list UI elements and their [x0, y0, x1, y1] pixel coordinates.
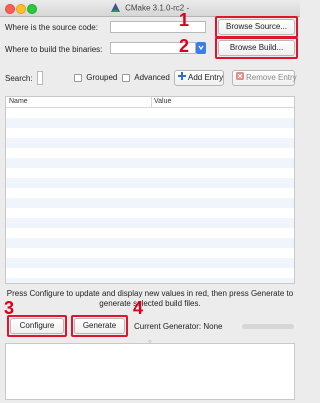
table-row — [6, 198, 294, 208]
table-row — [6, 268, 294, 278]
annotation-box-1 — [215, 16, 298, 38]
source-label: Where is the source code: — [5, 23, 98, 32]
table-row — [6, 188, 294, 198]
source-path-input[interactable] — [110, 21, 206, 33]
table-row — [6, 238, 294, 248]
annotation-number-4: 4 — [133, 298, 144, 318]
grouped-checkbox-box[interactable] — [74, 73, 82, 82]
build-label: Where to build the binaries: — [5, 45, 103, 54]
table-row — [6, 248, 294, 258]
advanced-label: Advanced — [134, 73, 170, 82]
title-bar: CMake 3.1.0-rc2 - — [0, 0, 300, 17]
chevron-down-icon — [198, 44, 204, 54]
search-label: Search: — [5, 74, 33, 83]
add-entry-label: Add Entry — [188, 73, 224, 83]
advanced-checkbox[interactable]: Advanced — [122, 73, 170, 82]
table-header: Name Value — [6, 97, 294, 108]
annotation-number-1: 1 — [179, 10, 190, 30]
table-row — [6, 178, 294, 188]
remove-entry-label: Remove Entry — [246, 73, 297, 83]
plus-icon — [178, 71, 186, 85]
annotation-box-3 — [7, 315, 67, 337]
annotation-number-3: 3 — [4, 298, 15, 318]
table-row — [6, 148, 294, 158]
add-entry-button[interactable]: Add Entry — [174, 70, 224, 86]
cache-table[interactable]: Name Value — [5, 96, 295, 284]
table-row — [6, 208, 294, 218]
column-header-value[interactable]: Value — [154, 98, 171, 105]
table-row — [6, 278, 294, 283]
current-generator-label: Current Generator: None — [134, 322, 223, 331]
cmake-logo-icon — [110, 3, 120, 14]
table-row — [6, 258, 294, 268]
output-log[interactable] — [5, 343, 295, 400]
table-row — [6, 218, 294, 228]
table-row — [6, 158, 294, 168]
annotation-number-2: 2 — [179, 36, 190, 56]
table-row — [6, 128, 294, 138]
annotation-box-4 — [71, 315, 128, 337]
remove-entry-button[interactable]: Remove Entry — [232, 70, 297, 86]
search-input[interactable] — [37, 71, 43, 85]
progress-bar — [242, 324, 294, 329]
advanced-checkbox-box[interactable] — [122, 73, 130, 82]
x-icon — [236, 71, 244, 85]
table-row — [6, 118, 294, 128]
table-row — [6, 138, 294, 148]
table-row — [6, 228, 294, 238]
table-row — [6, 108, 294, 118]
column-header-name[interactable]: Name — [9, 98, 28, 105]
column-divider[interactable] — [151, 97, 152, 107]
table-row — [6, 168, 294, 178]
grouped-checkbox[interactable]: Grouped — [74, 73, 117, 82]
instructions-text: Press Configure to update and display ne… — [6, 289, 294, 308]
grouped-label: Grouped — [86, 73, 118, 82]
annotation-box-2 — [215, 37, 298, 59]
build-path-dropdown[interactable] — [196, 42, 206, 54]
